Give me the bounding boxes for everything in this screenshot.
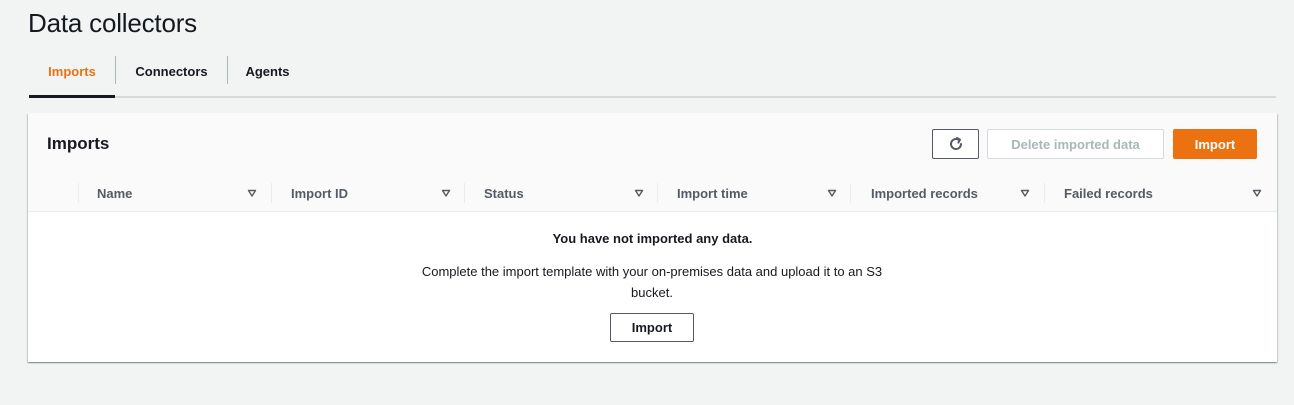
caret-down-outline-icon[interactable] bbox=[247, 188, 257, 198]
caret-down-outline-icon[interactable] bbox=[1252, 188, 1262, 198]
column-header-import-id[interactable]: Import ID bbox=[291, 175, 348, 211]
panel-header: Imports Delete imported data Import bbox=[28, 113, 1277, 175]
column-header-imported-records[interactable]: Imported records bbox=[871, 175, 978, 211]
import-button[interactable]: Import bbox=[1173, 129, 1257, 159]
tab-bar: Imports Connectors Agents bbox=[29, 46, 1276, 98]
caret-down-outline-icon[interactable] bbox=[1020, 188, 1030, 198]
empty-state-title: You have not imported any data. bbox=[552, 231, 753, 246]
empty-state-import-button[interactable]: Import bbox=[610, 313, 694, 342]
table-header: Name Import ID Status Import time Import… bbox=[28, 175, 1277, 212]
tab-imports[interactable]: Imports bbox=[29, 46, 115, 98]
column-divider bbox=[271, 183, 272, 203]
column-header-status[interactable]: Status bbox=[484, 175, 524, 211]
panel-title: Imports bbox=[47, 134, 110, 153]
column-header-name[interactable]: Name bbox=[97, 175, 132, 211]
column-header-failed-records[interactable]: Failed records bbox=[1064, 175, 1153, 211]
caret-down-outline-icon[interactable] bbox=[827, 188, 837, 198]
refresh-icon bbox=[949, 137, 962, 150]
page-title: Data collectors bbox=[28, 8, 197, 38]
column-divider bbox=[78, 183, 79, 203]
tab-connectors[interactable]: Connectors bbox=[116, 46, 227, 96]
column-header-import-time[interactable]: Import time bbox=[677, 175, 748, 211]
empty-state-description: Complete the import template with your o… bbox=[421, 264, 883, 300]
imports-panel: Imports Delete imported data Import Name… bbox=[28, 113, 1277, 362]
delete-imported-data-button[interactable]: Delete imported data bbox=[987, 129, 1164, 159]
column-divider bbox=[657, 183, 658, 203]
column-divider bbox=[464, 183, 465, 203]
caret-down-outline-icon[interactable] bbox=[634, 188, 644, 198]
column-divider bbox=[1044, 183, 1045, 203]
column-divider bbox=[850, 183, 851, 203]
tab-agents[interactable]: Agents bbox=[228, 46, 307, 96]
refresh-button[interactable] bbox=[932, 129, 979, 159]
caret-down-outline-icon[interactable] bbox=[441, 188, 451, 198]
